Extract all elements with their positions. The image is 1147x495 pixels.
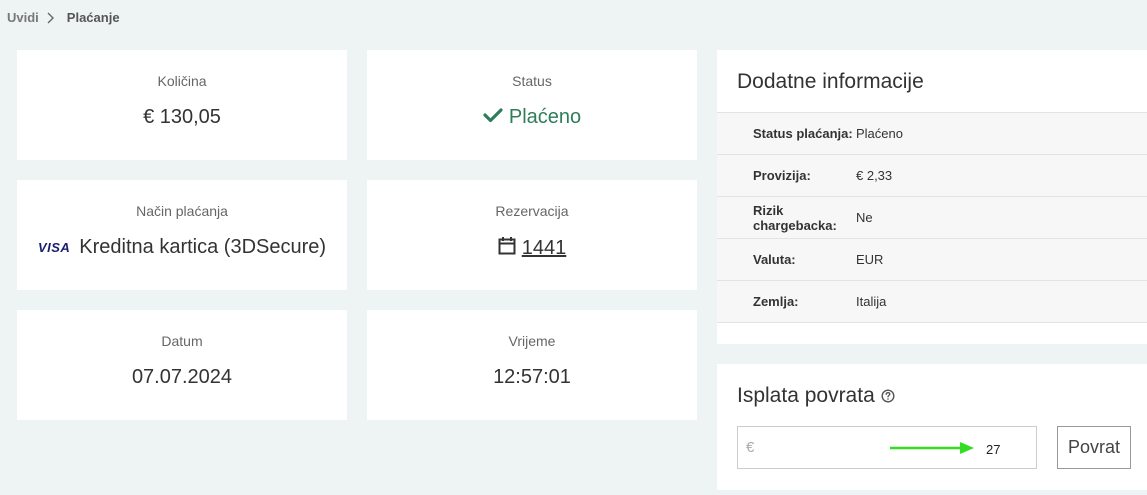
reservation-link[interactable]: 1441	[522, 237, 567, 260]
calendar-icon	[498, 236, 516, 261]
info-value: € 2,33	[856, 168, 893, 183]
time-value: 12:57:01	[367, 366, 697, 389]
reservation-card: Rezervacija 1441	[367, 180, 697, 290]
info-key: Rizik chargebacka:	[753, 202, 837, 233]
info-value: Plaćeno	[856, 126, 903, 141]
refund-title: Isplata povrata	[737, 384, 895, 408]
status-value-text: Plaćeno	[508, 106, 582, 128]
additional-info-title: Dodatne informacije	[737, 70, 924, 93]
date-card: Datum 07.07.2024	[17, 310, 347, 420]
breadcrumb-link-uvidi[interactable]: Uvidi	[7, 10, 39, 25]
chevron-right-icon	[47, 11, 59, 25]
refund-amount-input[interactable]: € 27	[737, 426, 1037, 469]
info-key: Zemlja:	[753, 294, 799, 309]
info-row-country: Zemlja: Italija	[717, 281, 1147, 323]
info-key: Status plaćanja:	[753, 126, 853, 141]
refund-button[interactable]: Povrat	[1057, 426, 1131, 469]
reservation-label: Rezervacija	[495, 203, 569, 219]
currency-symbol: €	[746, 439, 755, 456]
info-row-chargeback-risk: Rizik chargebacka: Ne	[717, 197, 1147, 239]
amount-label: Količina	[157, 73, 207, 89]
breadcrumb-current: Plaćanje	[66, 10, 120, 25]
date-value-text: 07.07.2024	[131, 366, 233, 388]
breadcrumb: Uvidi Plaćanje	[7, 10, 120, 25]
refund-amount-value: 27	[986, 442, 1001, 457]
refund-form: € 27 Povrat	[737, 426, 1131, 469]
info-key: Valuta:	[753, 252, 796, 267]
amount-value: € 130,05	[17, 106, 347, 129]
visa-logo: VISA	[37, 240, 71, 255]
status-card: Status Plaćeno	[367, 50, 697, 160]
time-card: Vrijeme 12:57:01	[367, 310, 697, 420]
info-row-currency: Valuta: EUR	[717, 239, 1147, 281]
arrow-right-icon	[888, 441, 976, 460]
amount-value-text: € 130,05	[143, 106, 221, 128]
refund-panel: Isplata povrata € 27 Povrat	[717, 364, 1147, 490]
info-value: Italija	[856, 294, 887, 309]
time-label: Vrijeme	[508, 333, 556, 349]
help-circle-icon[interactable]	[881, 389, 895, 403]
info-key: Provizija:	[753, 168, 811, 183]
info-row-commission: Provizija: € 2,33	[717, 155, 1147, 197]
refund-title-text: Isplata povrata	[737, 384, 875, 407]
date-value: 07.07.2024	[17, 366, 347, 389]
date-label: Datum	[161, 333, 203, 349]
payment-method-card: Način plaćanja VISA Kreditna kartica (3D…	[17, 180, 347, 290]
check-icon	[483, 106, 503, 129]
additional-info-panel: Dodatne informacije Status plaćanja: Pla…	[717, 50, 1147, 344]
time-value-text: 12:57:01	[493, 366, 571, 388]
info-row-payment-status: Status plaćanja: Plaćeno	[717, 113, 1147, 155]
info-value: Ne	[856, 210, 873, 225]
reservation-value: 1441	[367, 236, 697, 261]
status-value: Plaćeno	[367, 106, 697, 129]
info-value: EUR	[856, 252, 884, 267]
payment-method-value: VISA Kreditna kartica (3DSecure)	[17, 236, 347, 259]
payment-method-text: Kreditna kartica (3DSecure)	[79, 236, 327, 258]
additional-info-table: Status plaćanja: Plaćeno Provizija: € 2,…	[717, 112, 1147, 323]
payment-method-label: Način plaćanja	[136, 203, 228, 219]
status-label: Status	[512, 73, 552, 89]
amount-card: Količina € 130,05	[17, 50, 347, 160]
